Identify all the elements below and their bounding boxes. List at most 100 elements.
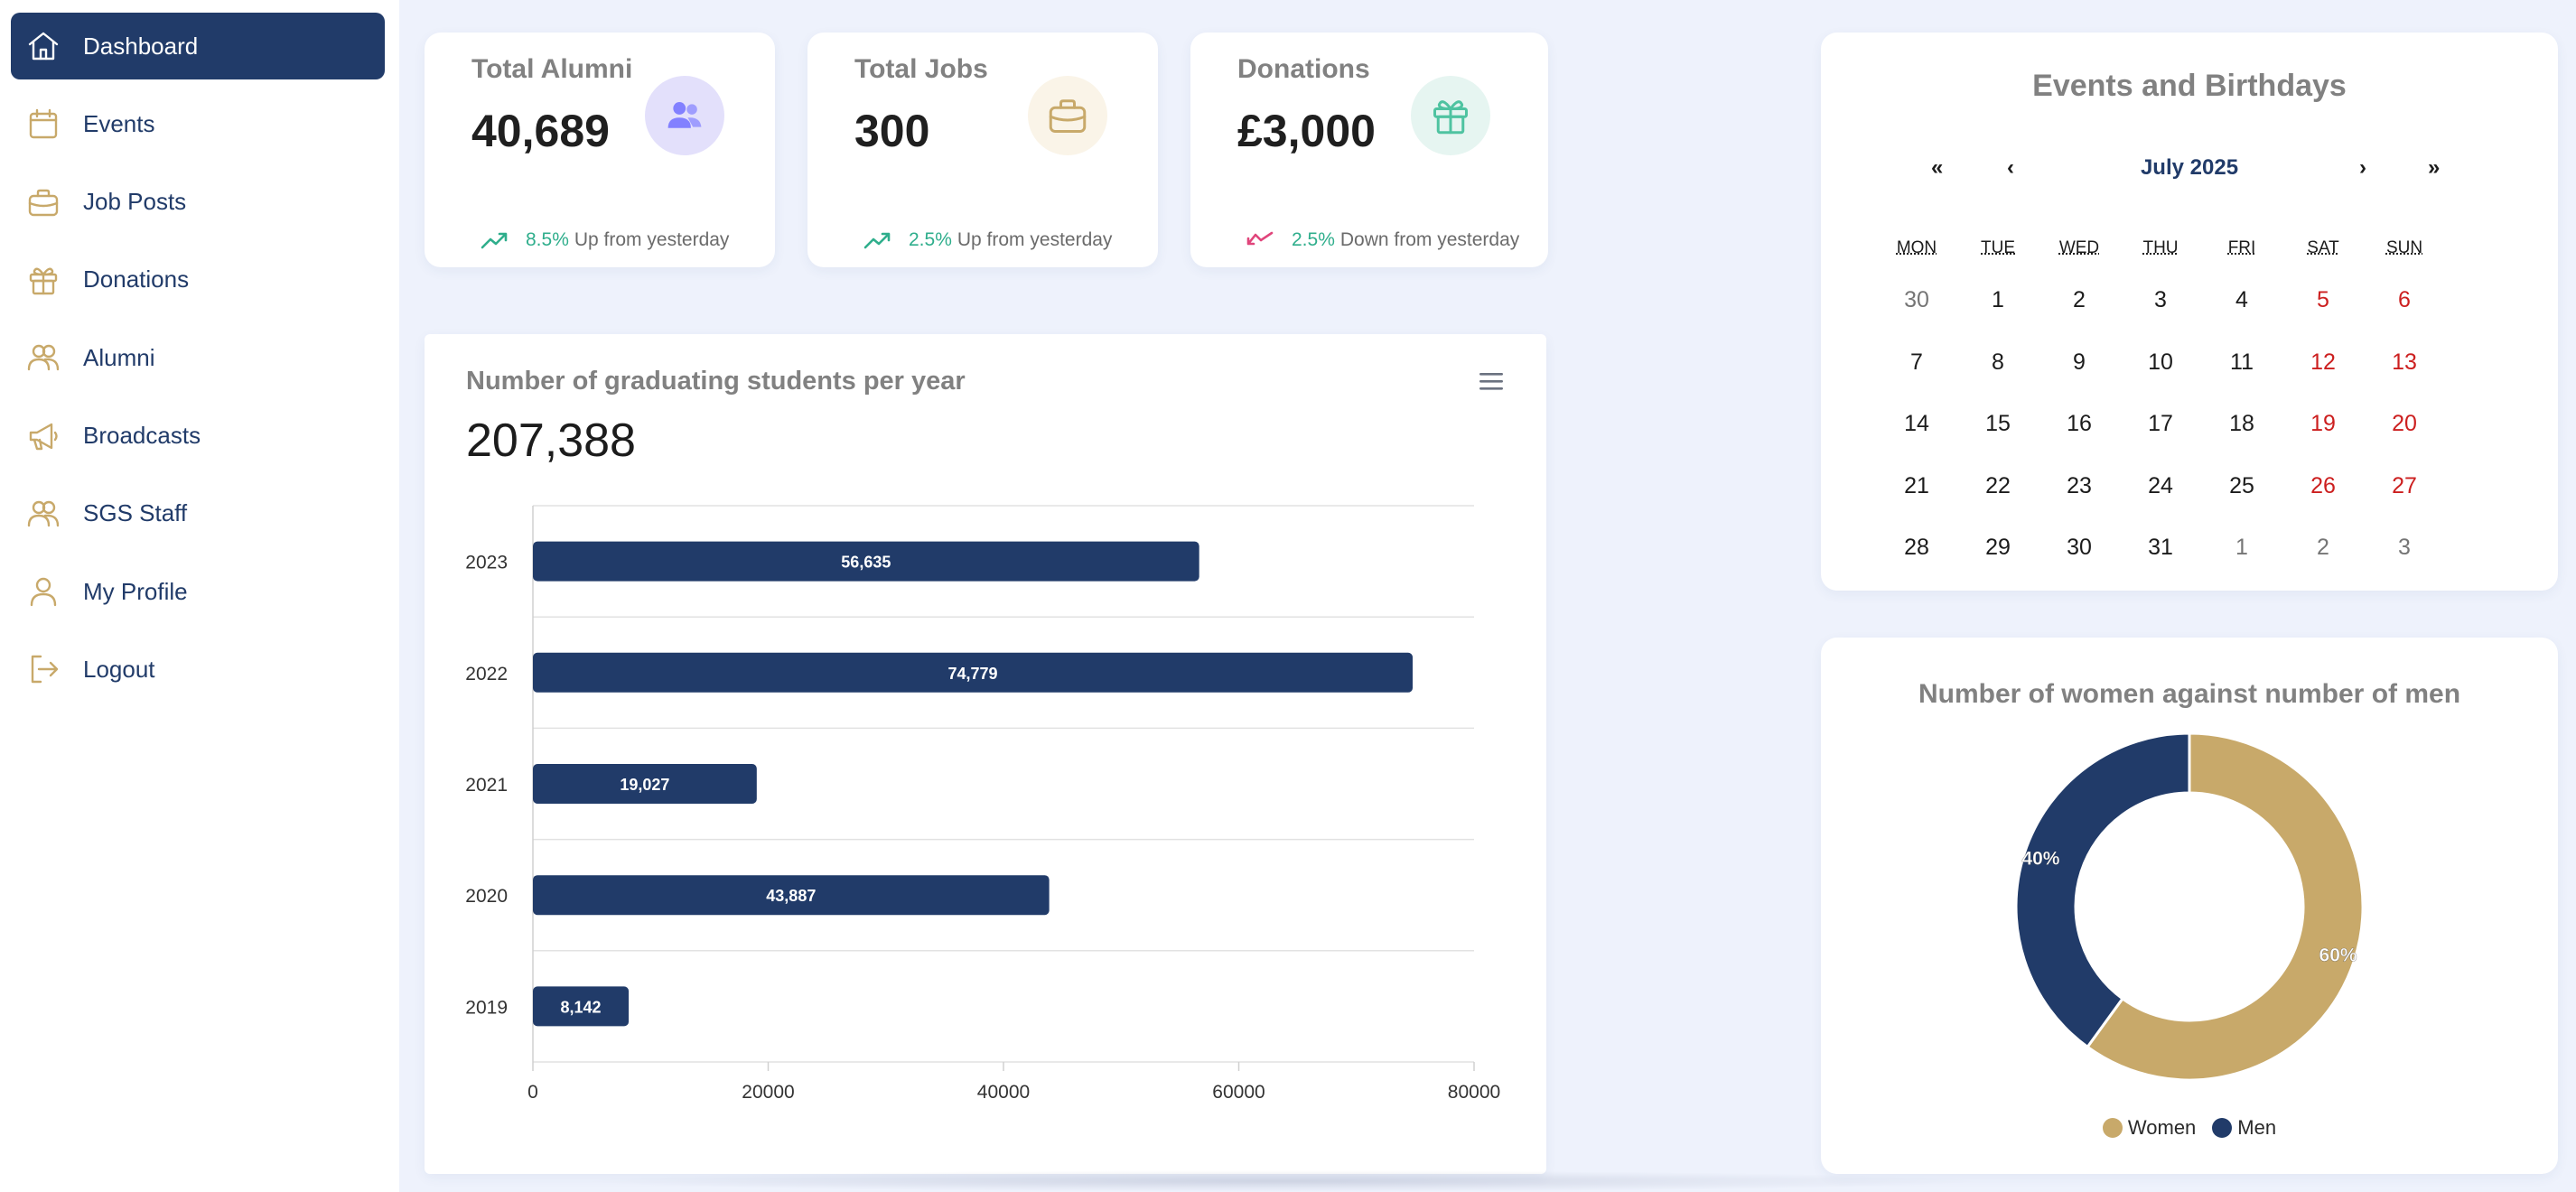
sidebar-item-donations[interactable]: Donations [11, 247, 385, 313]
sidebar-item-my-profile[interactable]: My Profile [11, 558, 385, 625]
x-tick-label: 40000 [977, 1082, 1030, 1103]
trend-up-icon [481, 232, 508, 249]
stat-title: Total Jobs [854, 54, 988, 84]
sidebar-item-events[interactable]: Events [11, 90, 385, 157]
x-tick-label: 60000 [1212, 1082, 1265, 1103]
sidebar-item-label: My Profile [83, 577, 188, 605]
calendar-day[interactable]: 29 [1957, 535, 2039, 561]
calendar-day[interactable]: 19 [2282, 411, 2364, 437]
graduates-chart-card: Number of graduating students per year 2… [425, 334, 1546, 1174]
stat-trend: 8.5% Up from yesterday [481, 229, 729, 251]
sidebar-item-logout[interactable]: Logout [11, 636, 385, 703]
sidebar-item-label: Events [83, 109, 155, 137]
legend-label-men: Men [2237, 1116, 2277, 1139]
users-icon [25, 340, 61, 376]
calendar-day[interactable]: 3 [2120, 287, 2201, 313]
calendar-day[interactable]: 8 [1957, 349, 2039, 376]
calendar-day[interactable]: 22 [1957, 473, 2039, 499]
y-tick-label: 2020 [465, 886, 508, 907]
calendar-day[interactable]: 1 [1957, 287, 2039, 313]
bar-data-label: 19,027 [620, 776, 669, 794]
legend-label-women: Women [2127, 1116, 2197, 1139]
calendar-day[interactable]: 30 [1876, 287, 1957, 313]
weekday-header: FRI [2227, 238, 2256, 257]
calendar-day[interactable]: 21 [1876, 473, 1957, 499]
home-icon [25, 28, 61, 64]
sidebar-item-job-posts[interactable]: Job Posts [11, 169, 385, 236]
sidebar-item-broadcasts[interactable]: Broadcasts [11, 403, 385, 470]
calendar-day[interactable]: 10 [2120, 349, 2201, 376]
calendar-day[interactable]: 26 [2282, 473, 2364, 499]
calendar-day[interactable]: 1 [2201, 535, 2282, 561]
trend-down-icon [1246, 231, 1274, 246]
calendar-day[interactable]: 23 [2039, 473, 2120, 499]
briefcase-icon [25, 184, 61, 220]
calendar-day[interactable]: 6 [2364, 287, 2445, 313]
calendar-day[interactable]: 28 [1876, 535, 1957, 561]
sidebar-item-label: Donations [83, 265, 190, 293]
sidebar-item-label: Broadcasts [83, 422, 201, 449]
calendar-day[interactable]: 2 [2282, 535, 2364, 561]
sidebar-item-sgs-staff[interactable]: SGS Staff [11, 480, 385, 547]
weekday-header: MON [1896, 238, 1937, 257]
weekday-header: TUE [1981, 238, 2015, 257]
sidebar: Dashboard Events Job Posts Donations Alumni B… [0, 0, 399, 1192]
calendar-day[interactable]: 7 [1876, 349, 1957, 376]
y-tick-label: 2021 [465, 775, 508, 796]
calendar-day[interactable]: 9 [2039, 349, 2120, 376]
calendar-day[interactable]: 14 [1876, 411, 1957, 437]
legend-dot-women [2102, 1118, 2123, 1138]
next-year-button[interactable]: » [2428, 155, 2440, 181]
calendar-month-label[interactable]: July 2025 [1821, 155, 2558, 181]
calendar-day[interactable]: 5 [2282, 287, 2364, 313]
legend-item-men[interactable]: Men [2212, 1116, 2276, 1140]
calendar-card: Events and Birthdays « ‹ July 2025 › » M… [1821, 33, 2558, 591]
gift-icon [1411, 76, 1490, 155]
y-tick-label: 2023 [465, 553, 508, 573]
calendar-day[interactable]: 4 [2201, 287, 2282, 313]
calendar-day[interactable]: 31 [2120, 535, 2201, 561]
donut-slice-men[interactable] [2014, 731, 2191, 1049]
stat-value: 40,689 [471, 106, 610, 156]
logout-icon [25, 651, 61, 687]
trend-text: Up from yesterday [957, 229, 1113, 250]
trend-text: Up from yesterday [574, 229, 730, 250]
users-icon [645, 76, 724, 155]
stat-card-total-jobs: Total Jobs 300 2.5% Up from yesterday [807, 33, 1158, 267]
calendar-day[interactable]: 12 [2282, 349, 2364, 376]
calendar-day[interactable]: 30 [2039, 535, 2120, 561]
stat-value: £3,000 [1237, 106, 1376, 156]
calendar-day[interactable]: 13 [2364, 349, 2445, 376]
calendar-day[interactable]: 18 [2201, 411, 2282, 437]
calendar-day[interactable]: 24 [2120, 473, 2201, 499]
calendar-day[interactable]: 2 [2039, 287, 2120, 313]
y-tick-label: 2019 [465, 997, 508, 1018]
sidebar-item-label: Dashboard [83, 32, 199, 60]
stat-trend: 2.5% Up from yesterday [863, 229, 1112, 251]
y-tick-label: 2022 [465, 664, 508, 684]
trend-percent: 2.5% [1292, 229, 1335, 250]
sidebar-item-alumni[interactable]: Alumni [11, 324, 385, 391]
next-month-button[interactable]: › [2359, 155, 2366, 181]
calendar-day[interactable]: 17 [2120, 411, 2201, 437]
calendar-day[interactable]: 3 [2364, 535, 2445, 561]
calendar-day[interactable]: 25 [2201, 473, 2282, 499]
x-tick-label: 0 [527, 1082, 538, 1103]
sidebar-item-label: Logout [83, 655, 155, 683]
sidebar-item-label: Job Posts [83, 188, 187, 216]
calendar-day[interactable]: 16 [2039, 411, 2120, 437]
x-tick-label: 20000 [742, 1082, 794, 1103]
donut-data-label: 40% [2021, 849, 2059, 870]
weekday-header: WED [2058, 238, 2100, 257]
sidebar-item-label: SGS Staff [83, 499, 188, 527]
calendar-day[interactable]: 27 [2364, 473, 2445, 499]
legend-item-women[interactable]: Women [2102, 1116, 2197, 1140]
calendar-day[interactable]: 11 [2201, 349, 2282, 376]
calendar-day[interactable]: 20 [2364, 411, 2445, 437]
stat-card-total-alumni: Total Alumni 40,689 8.5% Up from yesterd… [425, 33, 775, 267]
sidebar-item-dashboard[interactable]: Dashboard [11, 13, 385, 79]
bar-data-label: 43,887 [766, 887, 816, 905]
calendar-day[interactable]: 15 [1957, 411, 2039, 437]
weekday-header: SAT [2307, 238, 2339, 257]
weekday-header: SUN [2385, 238, 2423, 257]
